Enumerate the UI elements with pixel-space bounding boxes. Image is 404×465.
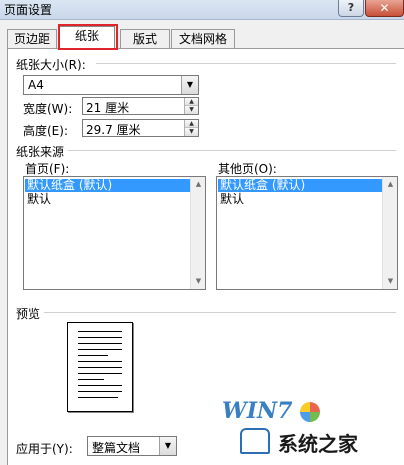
paper-source-label: 纸张来源 [16, 145, 65, 159]
divider [68, 150, 396, 151]
paper-size-label: 纸张大小(R): [16, 58, 86, 72]
list-item[interactable]: 默认纸盒 (默认) [218, 179, 382, 192]
paper-size-select[interactable]: A4 ▼ [23, 75, 199, 95]
divider [44, 312, 396, 313]
other-pages-list[interactable]: 默认纸盒 (默认) 默认 ▲ ▼ [216, 176, 398, 290]
tab-document-grid[interactable]: 文档网格 [171, 29, 235, 49]
chevron-down-icon[interactable]: ▼ [159, 437, 176, 455]
scroll-down-icon[interactable]: ▼ [383, 274, 398, 289]
height-value: 29.7 厘米 [86, 123, 141, 137]
help-button[interactable]: ? [338, 0, 364, 17]
apply-to-value: 整篇文档 [92, 441, 141, 455]
scroll-up-icon[interactable]: ▲ [383, 177, 398, 192]
list-item[interactable]: 默认纸盒 (默认) [25, 179, 190, 192]
close-button[interactable]: ✕ [365, 0, 404, 17]
page-preview [67, 322, 133, 412]
watermark-logo: WIN7 [222, 398, 293, 424]
windows-flag-icon [300, 402, 320, 422]
first-page-list[interactable]: 默认纸盒 (默认) 默认 ▲ ▼ [23, 176, 206, 290]
list-item[interactable]: 默认 [25, 193, 190, 206]
spin-up-icon[interactable]: ▲ [185, 120, 198, 128]
height-stepper[interactable]: 29.7 厘米 ▲ ▼ [82, 119, 199, 137]
watermark-site-name: 系统之家 [278, 432, 358, 456]
width-label: 宽度(W): [23, 102, 73, 116]
paper-size-value: A4 [28, 78, 44, 92]
apply-to-select[interactable]: 整篇文档 ▼ [87, 436, 177, 456]
spin-down-icon[interactable]: ▼ [185, 106, 198, 114]
scrollbar[interactable]: ▲ ▼ [190, 177, 205, 289]
first-page-label: 首页(F): [25, 162, 70, 176]
tab-margins[interactable]: 页边距 [7, 29, 57, 49]
width-stepper[interactable]: 21 厘米 ▲ ▼ [82, 97, 199, 115]
list-item[interactable]: 默认 [218, 193, 382, 206]
spin-up-icon[interactable]: ▲ [185, 98, 198, 106]
chevron-down-icon[interactable]: ▼ [181, 76, 198, 94]
scroll-down-icon[interactable]: ▼ [191, 274, 206, 289]
width-value: 21 厘米 [86, 101, 130, 115]
preview-label: 预览 [16, 307, 41, 321]
site-watermark: WIN7 系统之家 [218, 398, 404, 465]
house-icon [240, 428, 270, 454]
title-bar: 页面设置 ? ✕ [0, 0, 404, 20]
tab-paper[interactable]: 纸张 [59, 26, 115, 50]
height-label: 高度(E): [23, 124, 68, 138]
scroll-up-icon[interactable]: ▲ [191, 177, 206, 192]
other-pages-label: 其他页(O): [218, 162, 277, 176]
divider [96, 63, 396, 64]
tab-layout[interactable]: 版式 [120, 29, 170, 49]
window-title: 页面设置 [4, 3, 53, 17]
scrollbar[interactable]: ▲ ▼ [382, 177, 397, 289]
apply-to-label: 应用于(Y): [16, 442, 73, 456]
spin-down-icon[interactable]: ▼ [185, 128, 198, 136]
